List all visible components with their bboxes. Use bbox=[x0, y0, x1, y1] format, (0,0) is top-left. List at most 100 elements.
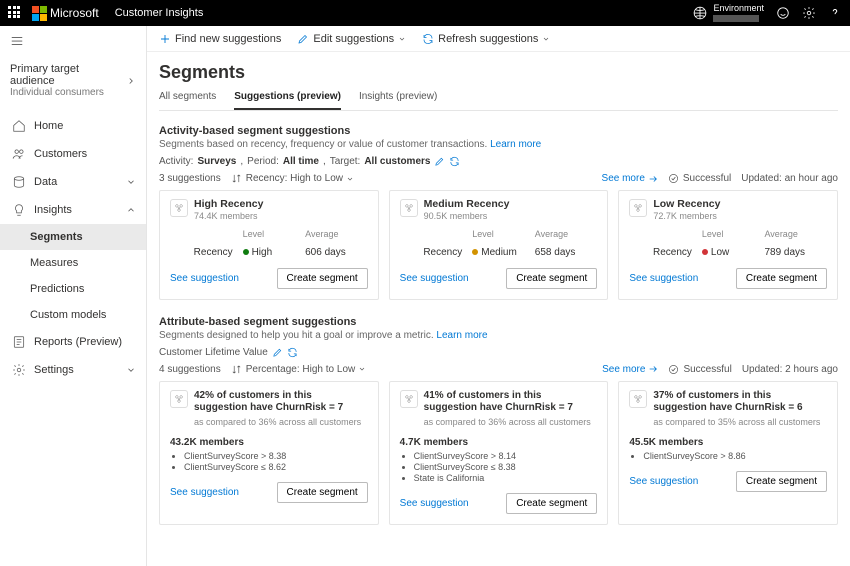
pencil-icon[interactable] bbox=[272, 347, 283, 358]
card-compare: as compared to 36% across all customers bbox=[194, 417, 368, 427]
criteria-item: State is California bbox=[414, 473, 598, 483]
reports-icon bbox=[12, 335, 26, 349]
nav-settings[interactable]: Settings bbox=[0, 356, 146, 384]
chevron-down-icon bbox=[126, 365, 136, 375]
settings-icon[interactable] bbox=[802, 6, 816, 20]
create-segment-button[interactable]: Create segment bbox=[506, 268, 597, 289]
metric-row-label: Recency bbox=[400, 247, 463, 258]
create-segment-button[interactable]: Create segment bbox=[736, 471, 827, 492]
feedback-icon[interactable] bbox=[776, 6, 790, 20]
nav-segments[interactable]: Segments bbox=[0, 224, 146, 250]
nav-predictions[interactable]: Predictions bbox=[0, 276, 146, 302]
segment-icon bbox=[400, 199, 418, 217]
see-suggestion-link[interactable]: See suggestion bbox=[629, 476, 698, 487]
audience-picker[interactable]: Primary target audience Individual consu… bbox=[0, 59, 146, 106]
create-segment-button[interactable]: Create segment bbox=[277, 482, 368, 503]
nav-custom-models[interactable]: Custom models bbox=[0, 302, 146, 328]
refresh-icon bbox=[422, 33, 434, 45]
see-suggestion-link[interactable]: See suggestion bbox=[400, 498, 469, 509]
col-level: Level bbox=[702, 229, 765, 239]
card-compare: as compared to 35% across all customers bbox=[653, 417, 827, 427]
sort-label[interactable]: Recency: High to Low bbox=[246, 173, 343, 184]
criteria-item: ClientSurveyScore ≤ 8.62 bbox=[184, 462, 368, 472]
chevron-down-icon bbox=[126, 177, 136, 187]
activity-filters: Activity:Surveys, Period:All time, Targe… bbox=[159, 156, 838, 167]
create-segment-button[interactable]: Create segment bbox=[506, 493, 597, 514]
card-title: Low Recency bbox=[653, 199, 720, 211]
chevron-down-icon bbox=[542, 33, 550, 45]
attribute-section-desc: Segments designed to help you hit a goal… bbox=[159, 330, 838, 341]
card-members: 4.7K members bbox=[400, 437, 598, 448]
see-suggestion-link[interactable]: See suggestion bbox=[400, 273, 469, 284]
cmd-find-suggestions[interactable]: Find new suggestions bbox=[153, 31, 287, 47]
card-members: 45.5K members bbox=[629, 437, 827, 448]
sort-label[interactable]: Percentage: High to Low bbox=[246, 364, 356, 375]
level-value: Medium bbox=[472, 247, 535, 258]
create-segment-button[interactable]: Create segment bbox=[736, 268, 827, 289]
plus-icon bbox=[159, 33, 171, 45]
segment-icon bbox=[170, 390, 188, 408]
audience-label: Primary target audience bbox=[10, 63, 126, 87]
check-circle-icon bbox=[668, 364, 679, 375]
sort-icon[interactable] bbox=[231, 364, 242, 375]
average-value: 658 days bbox=[535, 247, 598, 258]
arrow-right-icon bbox=[648, 364, 658, 374]
chevron-up-icon bbox=[126, 205, 136, 215]
activity-section-title: Activity-based segment suggestions bbox=[159, 125, 838, 137]
nav-customers[interactable]: Customers bbox=[0, 140, 146, 168]
tab-all-segments[interactable]: All segments bbox=[159, 91, 216, 110]
learn-more-link[interactable]: Learn more bbox=[490, 139, 541, 150]
sidebar: Primary target audience Individual consu… bbox=[0, 26, 147, 566]
see-more-link[interactable]: See more bbox=[602, 364, 658, 375]
nav-home[interactable]: Home bbox=[0, 112, 146, 140]
see-suggestion-link[interactable]: See suggestion bbox=[170, 273, 239, 284]
criteria-item: ClientSurveyScore > 8.86 bbox=[643, 451, 827, 461]
customers-icon bbox=[12, 147, 26, 161]
nav-data[interactable]: Data bbox=[0, 168, 146, 196]
environment-picker[interactable]: Environment bbox=[693, 4, 764, 22]
audience-value: Individual consumers bbox=[10, 87, 126, 98]
nav-measures[interactable]: Measures bbox=[0, 250, 146, 276]
refresh-icon[interactable] bbox=[449, 156, 460, 167]
see-more-link[interactable]: See more bbox=[602, 173, 658, 184]
chevron-down-icon bbox=[398, 33, 406, 45]
card-title: Medium Recency bbox=[424, 199, 510, 211]
average-value: 789 days bbox=[764, 247, 827, 258]
learn-more-link[interactable]: Learn more bbox=[436, 330, 487, 341]
cmd-edit-suggestions[interactable]: Edit suggestions bbox=[291, 31, 412, 47]
topbar: Microsoft Customer Insights Environment bbox=[0, 0, 850, 26]
insights-icon bbox=[12, 203, 26, 217]
segment-icon bbox=[629, 199, 647, 217]
app-launcher-icon[interactable] bbox=[8, 6, 22, 20]
card-title: High Recency bbox=[194, 199, 263, 211]
chevron-down-icon bbox=[346, 175, 354, 183]
ms-logo: Microsoft bbox=[32, 6, 99, 21]
sort-icon[interactable] bbox=[231, 173, 242, 184]
nav-reports[interactable]: Reports (Preview) bbox=[0, 328, 146, 356]
cmd-refresh-suggestions[interactable]: Refresh suggestions bbox=[416, 31, 556, 47]
create-segment-button[interactable]: Create segment bbox=[277, 268, 368, 289]
pencil-icon[interactable] bbox=[434, 156, 445, 167]
col-level: Level bbox=[243, 229, 306, 239]
segment-icon bbox=[170, 199, 188, 217]
suggestion-count: 3 suggestions bbox=[159, 173, 221, 184]
nav-insights[interactable]: Insights bbox=[0, 196, 146, 224]
status-badge: Successful bbox=[668, 364, 731, 375]
home-icon bbox=[12, 119, 26, 133]
refresh-icon[interactable] bbox=[287, 347, 298, 358]
criteria-list: ClientSurveyScore > 8.14ClientSurveyScor… bbox=[400, 451, 598, 483]
suggestion-card: Medium Recency 90.5K members Recency Lev… bbox=[389, 190, 609, 300]
criteria-list: ClientSurveyScore > 8.86 bbox=[629, 451, 827, 461]
tab-insights[interactable]: Insights (preview) bbox=[359, 91, 437, 110]
nav-toggle[interactable] bbox=[0, 26, 146, 59]
card-headline: 42% of customers in this suggestion have… bbox=[194, 390, 368, 415]
tab-suggestions[interactable]: Suggestions (preview) bbox=[234, 91, 341, 110]
col-average: Average bbox=[305, 229, 368, 239]
help-icon[interactable] bbox=[828, 6, 842, 20]
see-suggestion-link[interactable]: See suggestion bbox=[170, 487, 239, 498]
see-suggestion-link[interactable]: See suggestion bbox=[629, 273, 698, 284]
product-name: Customer Insights bbox=[115, 7, 204, 19]
segment-icon bbox=[629, 390, 647, 408]
criteria-item: ClientSurveyScore ≤ 8.38 bbox=[414, 462, 598, 472]
attribute-section-title: Attribute-based segment suggestions bbox=[159, 316, 838, 328]
